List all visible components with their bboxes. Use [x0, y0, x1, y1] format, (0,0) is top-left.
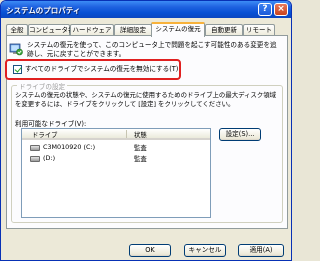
intro-text: システムの復元を使って、このコンピュータ上で問題を起こす可能性のある変更を追跡し…: [27, 41, 277, 58]
tab-strip: 全般 コンピュータ名 ハードウェア 詳細設定 システムの復元 自動更新 リモート: [6, 22, 288, 37]
drive-row-d[interactable]: (D:) 監査: [22, 154, 210, 164]
drive-name: (D:): [43, 154, 56, 162]
drive-settings-legend: ドライブの設定: [17, 81, 68, 91]
apply-button[interactable]: 適用(A): [238, 244, 284, 257]
title-bar[interactable]: システムのプロパティ ? ×: [1, 1, 291, 18]
drive-name: C3M010920 (C:): [43, 143, 96, 151]
tab-system-restore[interactable]: システムの復元: [151, 22, 205, 37]
settings-button[interactable]: 設定(S)...: [219, 128, 261, 141]
drive-status: 監査: [134, 144, 147, 152]
drive-status: 監査: [134, 155, 147, 163]
drive-list[interactable]: ドライブ 状態 C3M010920 (C:) 監査 (D:) 監査: [21, 128, 211, 218]
hard-drive-icon: [30, 156, 40, 162]
close-button[interactable]: ×: [274, 3, 288, 16]
drive-settings-description: システムの復元の状態や、システムの復元に使用するためのドライブ上の最大ディスク領…: [15, 91, 276, 108]
system-properties-window: システムのプロパティ ? × 全般 コンピュータ名 ハードウェア 詳細設定 シス…: [0, 0, 292, 261]
column-divider[interactable]: [126, 130, 127, 138]
available-drives-label: 利用可能なドライブ(V):: [15, 120, 87, 128]
cancel-button[interactable]: キャンセル: [184, 244, 226, 257]
window-title: システムのプロパティ: [6, 6, 81, 15]
drive-row-c[interactable]: C3M010920 (C:) 監査: [22, 143, 210, 153]
ok-button[interactable]: OK: [129, 244, 171, 257]
column-header-status[interactable]: 状態: [134, 130, 147, 139]
column-header-drive[interactable]: ドライブ: [32, 130, 58, 139]
help-button[interactable]: ?: [258, 3, 272, 16]
drive-list-header: ドライブ 状態: [22, 129, 210, 140]
highlight-annotation-box: [5, 59, 181, 80]
system-restore-icon: [9, 43, 23, 56]
hard-drive-icon: [30, 145, 40, 151]
